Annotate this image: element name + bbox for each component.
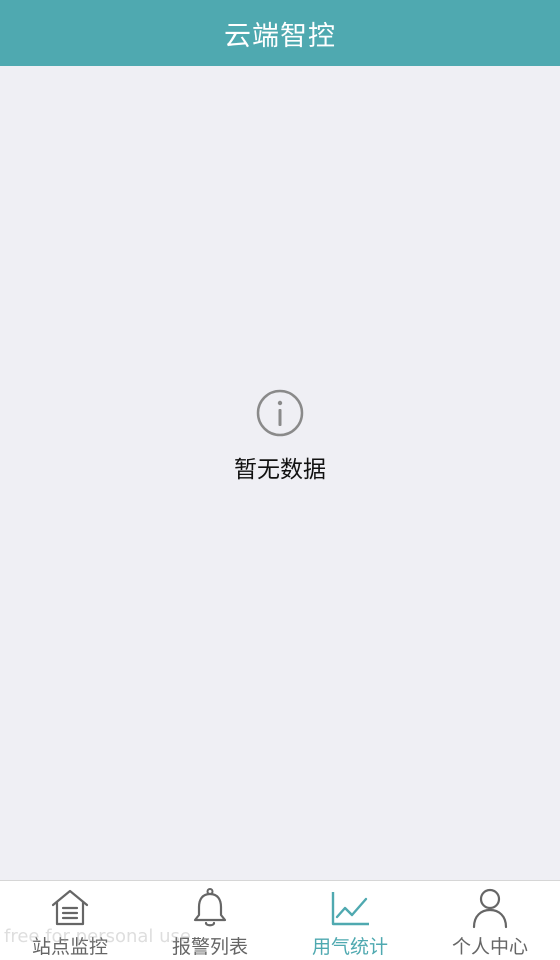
empty-state: 暂无数据	[0, 388, 560, 484]
tab-alarm-list[interactable]: 报警列表	[140, 881, 280, 960]
tab-label: 用气统计	[311, 936, 388, 958]
tab-label: 站点监控	[31, 936, 108, 958]
tab-label: 报警列表	[171, 936, 248, 958]
line-chart-icon	[331, 892, 369, 926]
bell-icon	[193, 888, 227, 927]
tab-label: 个人中心	[451, 936, 528, 958]
page-title: 云端智控	[224, 20, 336, 52]
bottom-tab-bar: 站点监控 报警列表 用气统计 个人中心	[0, 880, 560, 960]
tab-site-monitor[interactable]: 站点监控	[0, 881, 140, 960]
tab-gas-statistics[interactable]: 用气统计	[280, 881, 420, 960]
person-icon	[472, 888, 508, 929]
info-icon	[256, 389, 304, 437]
empty-state-text: 暂无数据	[234, 457, 326, 483]
main-content: 暂无数据	[0, 66, 560, 880]
app-header: 云端智控	[0, 0, 560, 66]
tab-personal-center[interactable]: 个人中心	[420, 881, 560, 960]
home-list-icon	[51, 889, 89, 926]
